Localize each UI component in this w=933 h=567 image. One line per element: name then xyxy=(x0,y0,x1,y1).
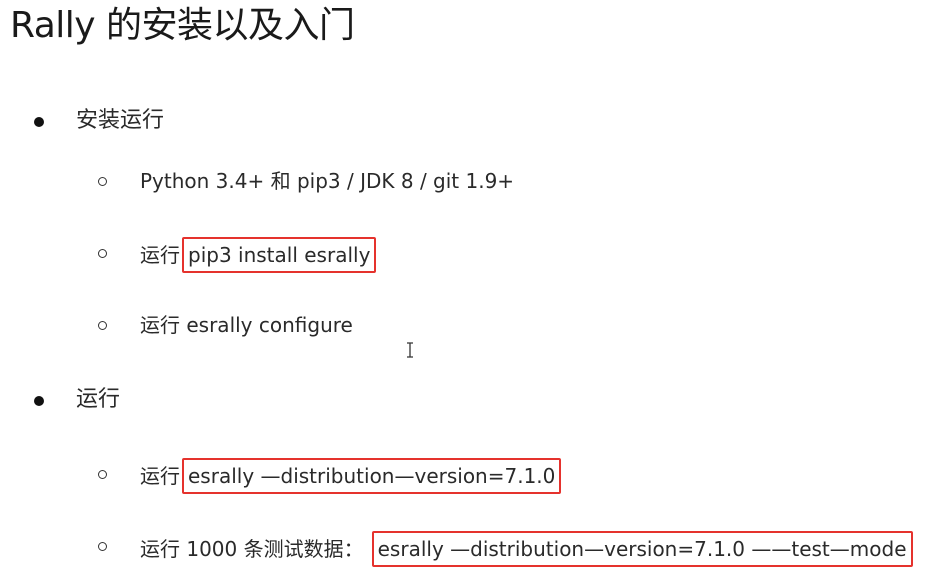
run-step: 运行 esrally —distribution—version=7.1.0 xyxy=(140,458,562,494)
install-step-prefix: 运行 xyxy=(140,243,180,267)
text-cursor-icon xyxy=(407,342,413,358)
slide-title: Rally 的安装以及入门 xyxy=(10,5,355,46)
install-step: 运行 pip3 install esrally xyxy=(140,237,377,273)
test-run-step-prefix: 运行 1000 条测试数据： xyxy=(140,537,364,561)
slide: Rally 的安装以及入门 安装运行 Python 3.4+ 和 pip3 / … xyxy=(0,0,933,567)
sub-bullet-icon xyxy=(98,321,107,330)
test-run-step: 运行 1000 条测试数据： esrally —distribution—vers… xyxy=(140,531,913,567)
run-command-highlight: esrally —distribution—version=7.1.0 xyxy=(182,458,562,494)
configure-command: esrally configure xyxy=(186,313,353,337)
section-heading-run: 运行 xyxy=(76,387,121,412)
sub-bullet-icon xyxy=(98,177,107,186)
sub-bullet-icon xyxy=(98,542,107,551)
bullet-icon xyxy=(34,117,44,127)
section-heading-install: 安装运行 xyxy=(76,108,165,133)
bullet-icon xyxy=(34,396,44,406)
sub-bullet-icon xyxy=(98,249,107,258)
configure-step-prefix: 运行 xyxy=(140,313,180,337)
sub-bullet-icon xyxy=(98,470,107,479)
install-command-highlight: pip3 install esrally xyxy=(182,237,377,273)
run-step-prefix: 运行 xyxy=(140,464,180,488)
configure-step: 运行 esrally configure xyxy=(140,311,353,339)
requirements-text: Python 3.4+ 和 pip3 / JDK 8 / git 1.9+ xyxy=(140,169,515,193)
test-command-highlight: esrally —distribution—version=7.1.0 ——te… xyxy=(371,531,913,567)
